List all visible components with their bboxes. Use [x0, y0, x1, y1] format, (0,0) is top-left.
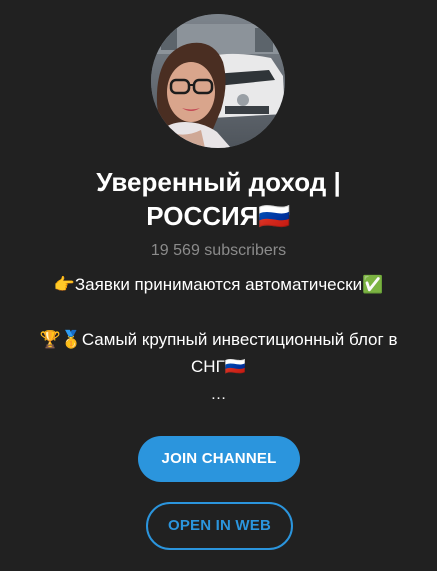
- avatar-photo: [151, 14, 285, 148]
- channel-preview-card: Уверенный доход | РОССИЯ🇷🇺 19 569 subscr…: [0, 0, 437, 571]
- join-channel-button[interactable]: JOIN CHANNEL: [138, 436, 300, 482]
- description-ellipsis: …: [210, 386, 227, 403]
- description-line: СНГ🇷🇺: [191, 357, 246, 376]
- channel-title: Уверенный доход | РОССИЯ🇷🇺: [0, 165, 437, 233]
- channel-title-line1: Уверенный доход |: [96, 167, 341, 197]
- open-in-web-button[interactable]: OPEN IN WEB: [146, 502, 293, 550]
- channel-title-line2: РОССИЯ🇷🇺: [146, 201, 291, 231]
- description-line: 🏆🥇Самый крупный инвестиционный блог в: [39, 330, 398, 349]
- description-line: 👉Заявки принимаются автоматически✅: [53, 275, 384, 294]
- subscriber-count: 19 569 subscribers: [150, 242, 287, 259]
- channel-avatar: [151, 14, 285, 148]
